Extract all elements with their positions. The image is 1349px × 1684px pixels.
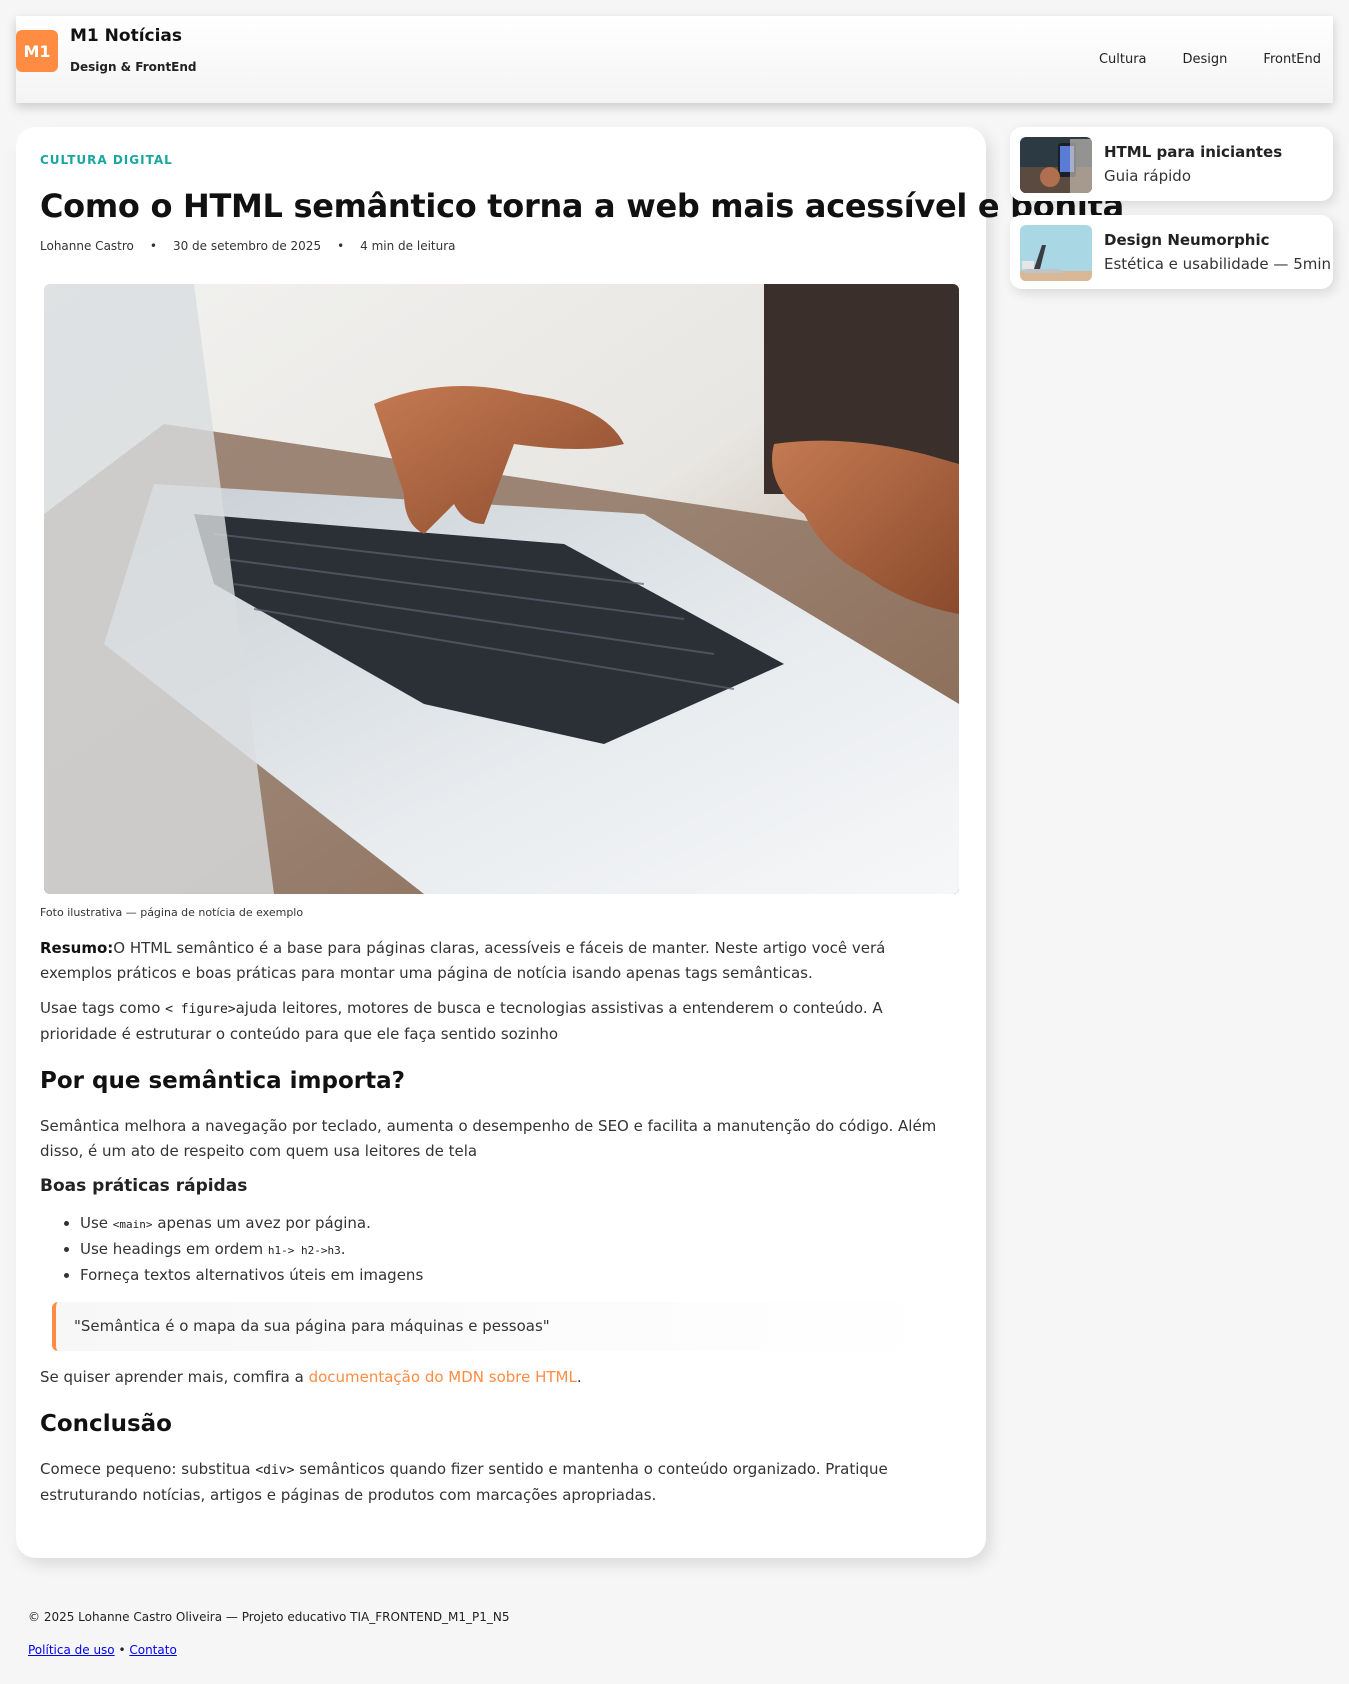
nav-item-frontend[interactable]: FrontEnd	[1263, 52, 1321, 67]
list-item: Forneça textos alternativos úteis em ima…	[80, 1263, 960, 1288]
mdn-paragraph: Se quiser aprender mais, comfira a docum…	[40, 1365, 960, 1390]
hero-image-laptop-typing	[44, 284, 959, 894]
list-item: Use <main> apenas um avez por página.	[80, 1211, 960, 1237]
related-title: Design Neumorphic	[1104, 231, 1270, 249]
div-code: <div>	[255, 1463, 295, 1478]
intro-paragraph: Usae tags como < figure>ajuda leitores, …	[40, 996, 960, 1047]
article-author: Lohanne Castro	[40, 239, 134, 253]
main-nav: Cultura Design FrontEnd	[1099, 52, 1321, 67]
best-practices-list: Use <main> apenas um avez por página. Us…	[80, 1211, 960, 1288]
site-subtitle: Design & FrontEnd	[70, 60, 197, 74]
why-paragraph: Semântica melhora a navegação por teclad…	[40, 1117, 937, 1160]
related-card-html[interactable]: HTML para iniciantes Guia rápido	[1010, 127, 1333, 201]
site-header: M1 M1 Notícias Design & FrontEnd Cultura…	[16, 16, 1333, 103]
footer-link-contact[interactable]: Contato	[129, 1643, 176, 1657]
article-title: Como o HTML semântico torna a web mais a…	[40, 187, 1124, 225]
article-category: CULTURA DIGITAL	[40, 153, 173, 167]
conclusion-paragraph: Comece pequeno: substitua <div> semântic…	[40, 1457, 960, 1508]
mdn-text-end: .	[576, 1368, 582, 1386]
site-title[interactable]: M1 Notícias	[70, 26, 182, 46]
meta-separator: •	[149, 239, 157, 253]
article-read-time: 4 min de leitura	[360, 239, 456, 253]
thumb-phone-image	[1020, 137, 1092, 193]
summary-paragraph: Resumo:O HTML semântico é a base para pá…	[40, 936, 960, 986]
footer-links: Política de uso • Contato	[28, 1643, 177, 1657]
section-heading-why: Por que semântica importa?	[40, 1068, 405, 1094]
mdn-link[interactable]: documentação do MDN sobre HTML	[309, 1368, 577, 1386]
related-subtitle: Estética e usabilidade — 5min	[1104, 255, 1332, 273]
list-text: apenas um avez por página.	[152, 1214, 371, 1232]
nav-item-design[interactable]: Design	[1183, 52, 1228, 67]
article-body: Resumo:O HTML semântico é a base para pá…	[40, 936, 960, 1518]
section-heading-conclusion: Conclusão	[40, 1411, 172, 1437]
related-card-neumorphic[interactable]: Design Neumorphic Estética e usabilidade…	[1010, 215, 1333, 289]
logo-badge[interactable]: M1	[16, 30, 58, 72]
list-text: .	[340, 1240, 346, 1258]
summary-text: O HTML semântico é a base para páginas c…	[40, 939, 886, 982]
thumb-laptop-image	[1020, 225, 1092, 281]
blockquote: "Semântica é o mapa da sua página para m…	[52, 1302, 948, 1351]
main-code: <main>	[112, 1218, 153, 1231]
image-caption: Foto ilustrativa — página de notícia de …	[40, 906, 304, 919]
footer-copyright: © 2025 Lohanne Castro Oliveira — Projeto…	[28, 1610, 510, 1624]
list-text: Use	[80, 1214, 113, 1232]
mdn-text: Se quiser aprender mais, comfira a	[40, 1368, 309, 1386]
list-text: Use headings em ordem	[80, 1240, 268, 1258]
nav-item-cultura[interactable]: Cultura	[1099, 52, 1147, 67]
article-meta: Lohanne Castro • 30 de setembro de 2025 …	[40, 239, 456, 253]
related-title: HTML para iniciantes	[1104, 143, 1283, 161]
headings-code: h1-> h2->h3	[267, 1244, 341, 1257]
subheading-best-practices: Boas práticas rápidas	[40, 1176, 248, 1196]
list-item: Use headings em ordem h1-> h2->h3.	[80, 1237, 960, 1263]
meta-separator: •	[337, 239, 345, 253]
footer-link-policy[interactable]: Política de uso	[28, 1643, 115, 1657]
conclusion-text: Comece pequeno: substitua	[40, 1460, 256, 1478]
article-card: CULTURA DIGITAL Como o HTML semântico to…	[16, 127, 1124, 1558]
footer-separator: •	[114, 1643, 130, 1657]
intro-text: Usae tags como	[40, 999, 166, 1017]
article-date: 30 de setembro de 2025	[172, 239, 322, 253]
related-subtitle: Guia rápido	[1104, 167, 1192, 185]
summary-label: Resumo:	[40, 939, 114, 957]
figure-code: < figure>	[165, 1002, 236, 1017]
